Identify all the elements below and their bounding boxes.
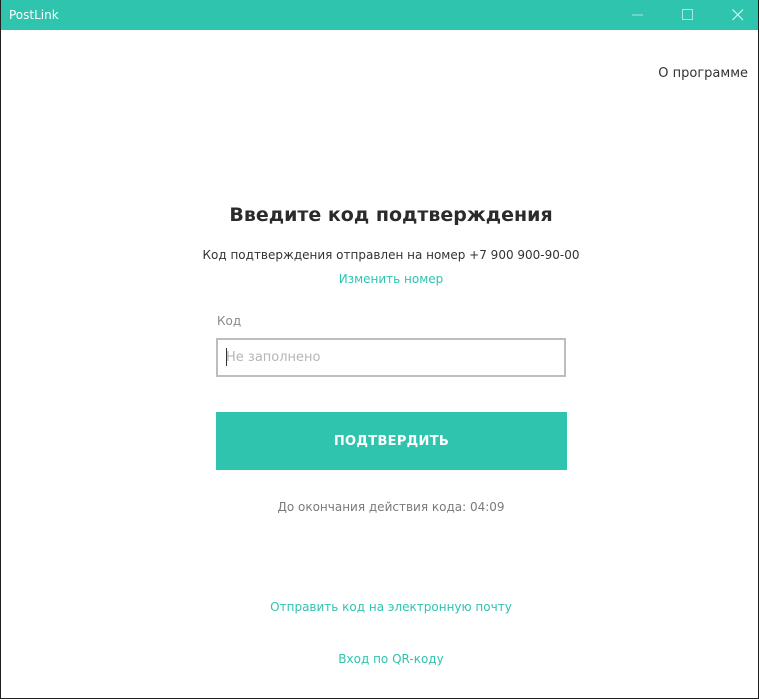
maximize-button[interactable] <box>668 0 708 30</box>
minimize-button[interactable] <box>618 0 658 30</box>
qr-login-link[interactable]: Вход по QR-коду <box>1 652 759 666</box>
minimize-icon <box>632 14 643 16</box>
maximize-icon <box>682 9 693 20</box>
change-number-link[interactable]: Изменить номер <box>1 272 759 286</box>
close-button[interactable] <box>718 0 758 30</box>
text-cursor <box>226 348 227 366</box>
about-link[interactable]: О программе <box>658 66 748 81</box>
code-input[interactable] <box>216 338 566 377</box>
title-bar[interactable]: PostLink <box>1 0 758 30</box>
code-field-label: Код <box>217 314 242 328</box>
send-code-email-link[interactable]: Отправить код на электронную почту <box>1 600 759 614</box>
app-window: PostLink О программе Введите код подтвер… <box>0 0 759 699</box>
confirm-button[interactable]: ПОДТВЕРДИТЬ <box>216 412 567 470</box>
app-title: PostLink <box>9 8 59 22</box>
sent-to-number-text: Код подтверждения отправлен на номер +7 … <box>202 248 580 262</box>
code-expiry-timer: До окончания действия кода: 04:09 <box>277 500 505 514</box>
page-title: Введите код подтверждения <box>229 204 553 226</box>
close-icon <box>732 9 744 21</box>
